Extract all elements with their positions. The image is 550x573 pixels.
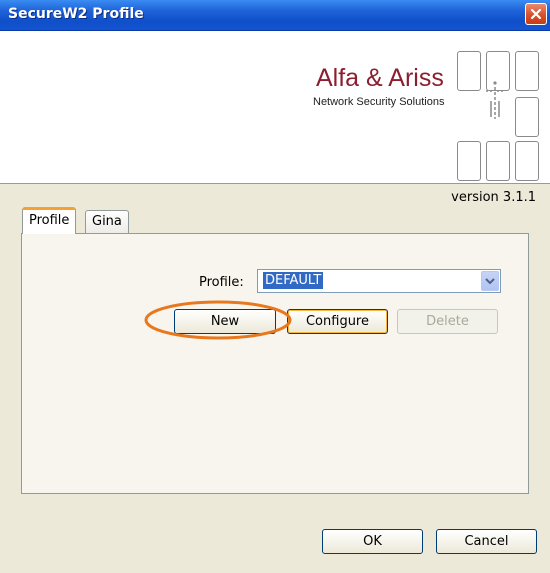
configure-button[interactable]: Configure — [287, 309, 388, 334]
profile-selected-value: DEFAULT — [263, 272, 324, 289]
secure-w2-profile-dialog: SecureW2 Profile Alfa & Ariss Network Se… — [0, 0, 550, 573]
dropdown-button[interactable] — [481, 271, 499, 291]
logo-grid-cell — [457, 51, 481, 91]
logo-grid-cell — [515, 141, 539, 181]
logo-grid-cell — [486, 141, 510, 181]
version-label: version 3.1.1 — [451, 190, 536, 205]
logo-grid-cell — [457, 141, 481, 181]
cancel-button[interactable]: Cancel — [436, 529, 537, 554]
delete-button[interactable]: Delete — [397, 309, 498, 334]
profile-label: Profile: — [199, 275, 244, 290]
logo-grid-cell — [515, 97, 539, 137]
window-title: SecureW2 Profile — [8, 6, 144, 22]
tab-profile[interactable]: Profile — [22, 207, 77, 234]
chevron-down-icon — [485, 278, 495, 285]
banner — [0, 31, 550, 184]
tab-label: Profile — [29, 213, 70, 228]
tab-gina[interactable]: Gina — [85, 210, 129, 234]
brand-tagline: Network Security Solutions — [313, 96, 445, 108]
close-button[interactable] — [525, 3, 547, 25]
brand-mark-icon — [486, 81, 504, 119]
brand-name: Alfa & Ariss — [316, 64, 444, 92]
logo-grid-cell — [515, 51, 539, 91]
title-bar[interactable]: SecureW2 Profile — [0, 0, 550, 31]
ok-button[interactable]: OK — [322, 529, 423, 554]
tab-label: Gina — [92, 214, 122, 229]
close-icon — [530, 8, 542, 20]
new-button[interactable]: New — [174, 309, 276, 334]
profile-select[interactable]: DEFAULT — [257, 269, 501, 293]
